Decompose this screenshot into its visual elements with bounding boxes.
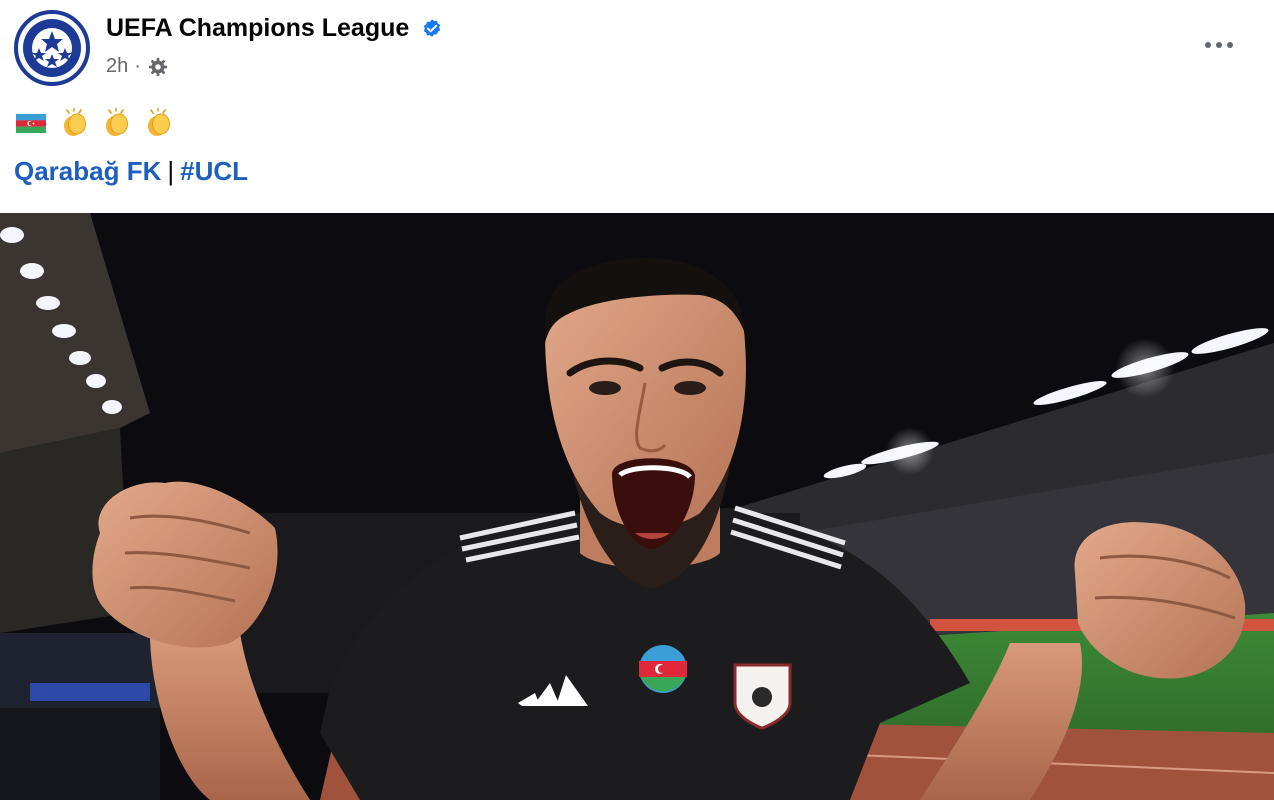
meta-separator: · xyxy=(134,55,141,77)
clapping-hands-icon xyxy=(106,108,128,136)
verified-badge-icon xyxy=(424,18,441,37)
ucl-logo-avatar[interactable] xyxy=(14,10,90,86)
azerbaijan-flag-icon xyxy=(16,113,46,133)
timestamp-link[interactable]: 2h xyxy=(106,55,128,78)
gear-icon[interactable] xyxy=(147,56,169,78)
celebrating-player-photo xyxy=(0,213,1274,800)
qarabag-tag-link[interactable]: Qarabağ FK xyxy=(14,156,161,186)
more-options-icon xyxy=(1205,42,1211,48)
starball-icon xyxy=(23,19,81,77)
post-header: UEFA Champions League 2h · xyxy=(0,0,1274,100)
post-photo[interactable] xyxy=(0,213,1274,800)
tag-separator: | xyxy=(167,156,175,186)
post-meta: 2h · xyxy=(106,55,169,78)
post-emoji-line xyxy=(16,106,186,140)
ucl-hashtag-link[interactable]: #UCL xyxy=(180,156,248,186)
more-dot xyxy=(1216,42,1222,48)
clapping-hands-icon xyxy=(148,108,170,136)
post-tags: Qarabağ FK | #UCL xyxy=(14,156,248,187)
page-name-row: UEFA Champions League xyxy=(106,14,443,43)
clapping-hands-icon xyxy=(64,108,86,136)
page-name-link[interactable]: UEFA Champions League xyxy=(106,14,409,43)
more-options-button[interactable] xyxy=(1196,28,1242,62)
more-dot xyxy=(1227,42,1233,48)
